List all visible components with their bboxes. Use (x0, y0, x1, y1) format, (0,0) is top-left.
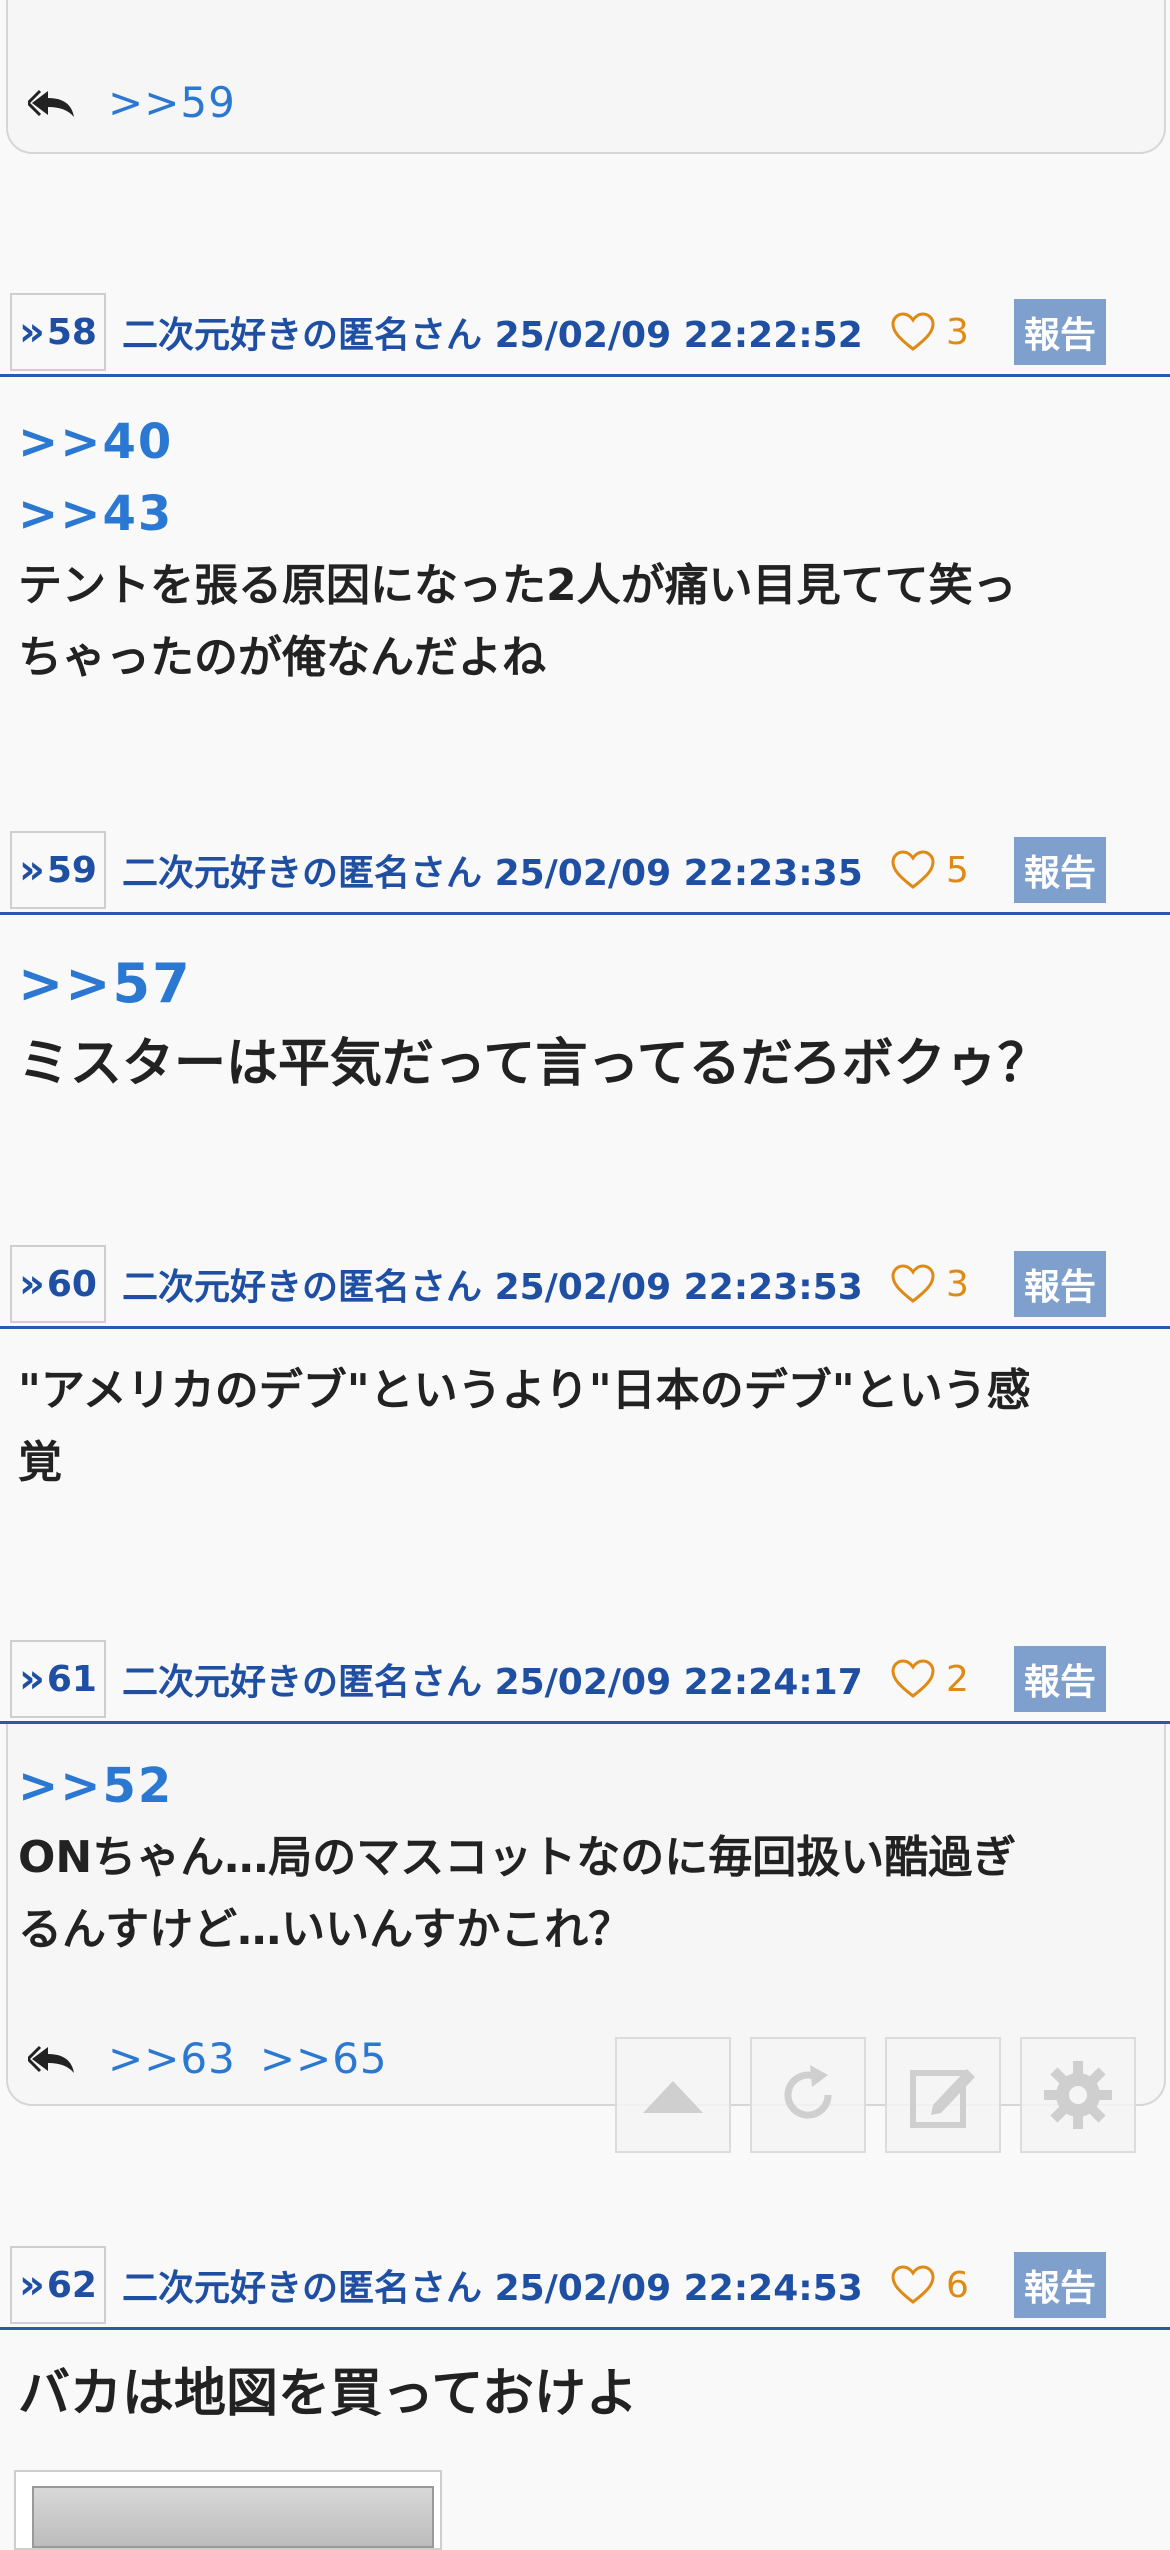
post-datetime: 25/02/09 22:22:52 (494, 315, 863, 356)
report-button[interactable]: 報告 (1014, 2252, 1106, 2318)
arrow-up-icon (643, 2081, 703, 2113)
gear-icon (1044, 2061, 1112, 2129)
anchor-link[interactable]: >>43 (18, 478, 1148, 550)
post-datetime: 25/02/09 22:23:35 (494, 853, 863, 894)
poster-name: 二次元好きの匿名さん (122, 315, 483, 356)
post-body: >>40 >>43 テントを張る原因になった2人が痛い目見てて笑っ ちゃったのが… (18, 406, 1148, 694)
reply-all-icon (28, 2045, 74, 2073)
poster-name: 二次元好きの匿名さん (122, 1267, 483, 1308)
heart-icon (891, 312, 935, 351)
settings-button[interactable] (1020, 2037, 1136, 2153)
like-button[interactable]: 2 (890, 1658, 969, 1700)
anchor-link[interactable]: >>40 (18, 406, 1148, 478)
refresh-button[interactable] (750, 2037, 866, 2153)
poster-meta: 二次元好きの匿名さん 25/02/09 22:24:53 (122, 2259, 863, 2311)
post-number-button[interactable]: » 58 (10, 293, 106, 371)
post-body: バカは地図を買っておけよ (18, 2354, 1148, 2434)
post-text: 覚 (18, 1437, 62, 1488)
reply-row: >>63 >>65 (28, 2034, 388, 2083)
post-header: » 61 二次元好きの匿名さん 25/02/09 22:24:17 2 報告 (0, 1637, 1170, 1724)
like-button[interactable]: 6 (890, 2264, 969, 2306)
heart-icon (891, 1659, 935, 1698)
post-text: "アメリカのデブ"というより"日本のデブ"という感 (18, 1365, 1031, 1416)
poster-name: 二次元好きの匿名さん (122, 1662, 483, 1703)
report-button[interactable]: 報告 (1014, 1251, 1106, 1317)
post-text: ミスターは平気だって言ってるだろボクゥ？ (18, 1034, 1050, 1094)
post-header: » 58 二次元好きの匿名さん 25/02/09 22:22:52 3 報告 (0, 290, 1170, 377)
post-body: >>52 ONちゃん…局のマスコットなのに毎回扱い酷過ぎ るんすけど…いいんすか… (18, 1750, 1148, 1966)
reply-link[interactable]: >>59 (108, 78, 236, 127)
anchor-link[interactable]: >>57 (18, 944, 1148, 1024)
post-header: » 60 二次元好きの匿名さん 25/02/09 22:23:53 3 報告 (0, 1242, 1170, 1329)
post-number-button[interactable]: » 60 (10, 1245, 106, 1323)
poster-meta: 二次元好きの匿名さん 25/02/09 22:23:35 (122, 844, 863, 896)
like-button[interactable]: 3 (890, 311, 969, 353)
image-thumbnail[interactable] (14, 2470, 442, 2550)
like-button[interactable]: 3 (890, 1263, 969, 1305)
edit-icon (910, 2069, 975, 2128)
post-body: >>57 ミスターは平気だって言ってるだろボクゥ？ (18, 944, 1148, 1104)
poster-meta: 二次元好きの匿名さん 25/02/09 22:23:53 (122, 1258, 863, 1310)
post-datetime: 25/02/09 22:23:53 (494, 1267, 863, 1308)
post-number: 59 (46, 849, 97, 891)
post-text: るんすけど…いいんすかこれ？ (18, 1904, 633, 1955)
post-number: 62 (46, 2264, 97, 2306)
post-text: テントを張る原因になった2人が痛い目見てて笑っ (18, 560, 1017, 611)
reply-link[interactable]: >>63 (108, 2034, 236, 2083)
post-text: ちゃったのが俺なんだよね (18, 632, 546, 683)
like-count: 3 (946, 311, 969, 353)
post-datetime: 25/02/09 22:24:17 (494, 1662, 863, 1703)
post-datetime: 25/02/09 22:24:53 (494, 2268, 863, 2309)
post-number-button[interactable]: » 62 (10, 2246, 106, 2324)
reply-row: >>59 (28, 78, 236, 127)
poster-name: 二次元好きの匿名さん (122, 2268, 483, 2309)
post-number-button[interactable]: » 61 (10, 1640, 106, 1718)
like-button[interactable]: 5 (890, 849, 969, 891)
like-count: 3 (946, 1263, 969, 1305)
poster-name: 二次元好きの匿名さん (122, 853, 483, 894)
reply-link[interactable]: >>65 (260, 2034, 388, 2083)
scroll-top-button[interactable] (615, 2037, 731, 2153)
report-button[interactable]: 報告 (1014, 1646, 1106, 1712)
compose-button[interactable] (885, 2037, 1001, 2153)
poster-meta: 二次元好きの匿名さん 25/02/09 22:24:17 (122, 1653, 863, 1705)
reply-all-icon (28, 89, 74, 117)
poster-meta: 二次元好きの匿名さん 25/02/09 22:22:52 (122, 306, 863, 358)
like-count: 5 (946, 849, 969, 891)
post-body: "アメリカのデブ"というより"日本のデブ"という感 覚 (18, 1355, 1148, 1499)
report-button[interactable]: 報告 (1014, 299, 1106, 365)
post-text: ONちゃん…局のマスコットなのに毎回扱い酷過ぎ (18, 1832, 1017, 1883)
heart-icon (891, 2265, 935, 2304)
reply-card: >>59 (6, 0, 1166, 154)
post-number-button[interactable]: » 59 (10, 831, 106, 909)
report-button[interactable]: 報告 (1014, 837, 1106, 903)
like-count: 6 (946, 2264, 969, 2306)
post-number: 61 (46, 1658, 97, 1700)
post-header: » 59 二次元好きの匿名さん 25/02/09 22:23:35 5 報告 (0, 828, 1170, 915)
like-count: 2 (946, 1658, 969, 1700)
post-text: バカは地図を買っておけよ (18, 2364, 638, 2424)
heart-icon (891, 850, 935, 889)
post-number: 60 (46, 1263, 97, 1305)
post-header: » 62 二次元好きの匿名さん 25/02/09 22:24:53 6 報告 (0, 2243, 1170, 2330)
refresh-icon (784, 2065, 832, 2119)
heart-icon (891, 1264, 935, 1303)
anchor-link[interactable]: >>52 (18, 1750, 1148, 1822)
post-number: 58 (46, 311, 97, 353)
thumbnail-image (32, 2486, 434, 2548)
